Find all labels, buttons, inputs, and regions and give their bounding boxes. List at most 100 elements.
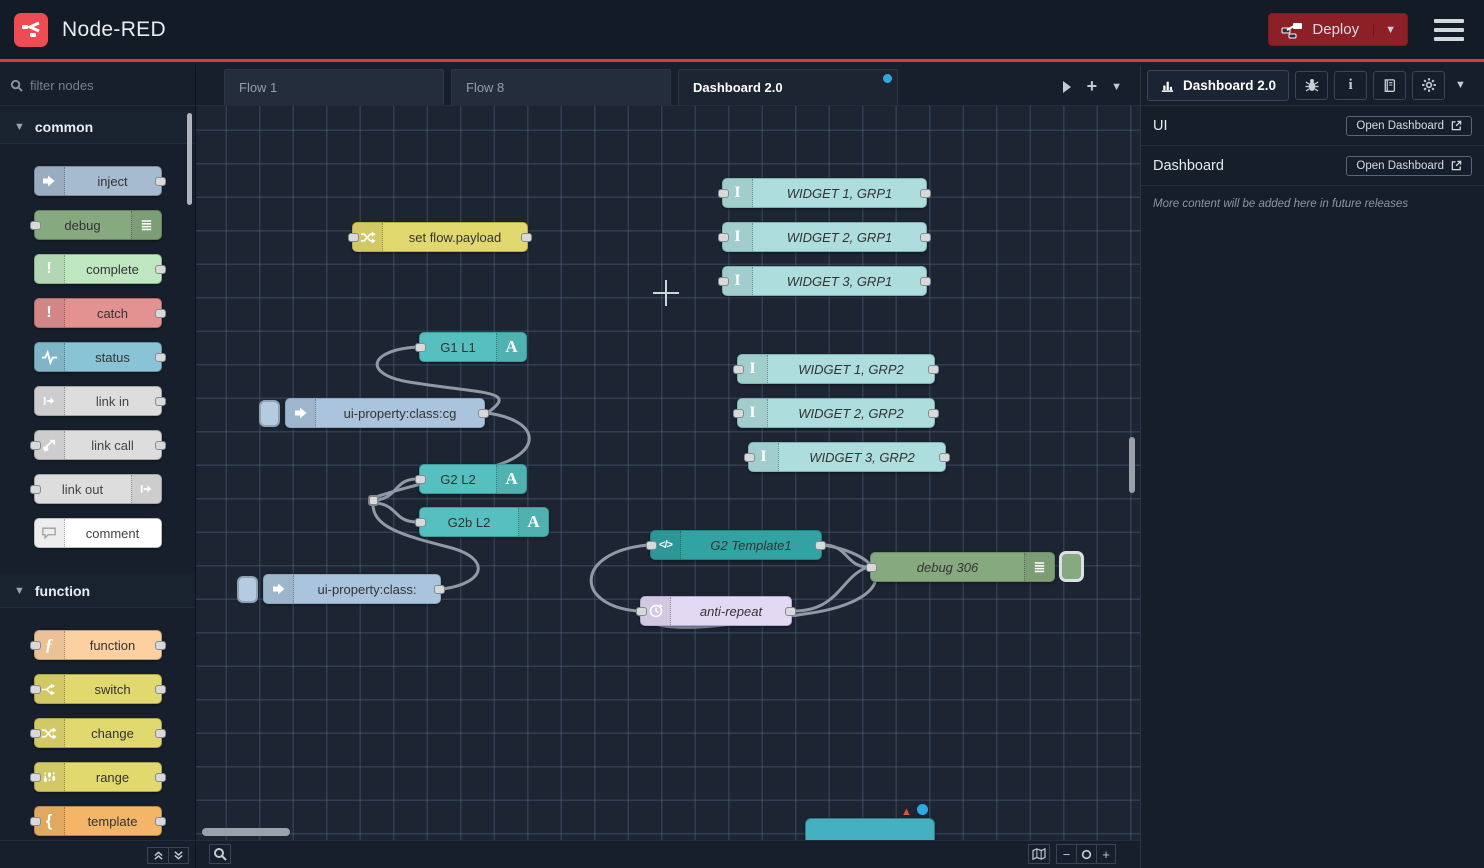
canvas-v-scrollbar[interactable] [1129, 437, 1135, 493]
output-port[interactable] [155, 773, 166, 782]
output-port[interactable] [155, 817, 166, 826]
output-port[interactable] [155, 309, 166, 318]
input-port[interactable] [415, 343, 426, 352]
palette-node-template[interactable]: {template [34, 806, 162, 836]
output-port[interactable] [434, 585, 445, 594]
flow-node-g1-l1[interactable]: G1 L1A [419, 332, 527, 362]
palette-node-link-call[interactable]: link call [34, 430, 162, 460]
flow-node-widget-2-grp2[interactable]: IWIDGET 2, GRP2 [737, 398, 935, 428]
output-port[interactable] [155, 177, 166, 186]
flow-canvas[interactable]: set flow.payload IWIDGET 1, GRP1 IWIDGET 2… [196, 106, 1140, 840]
debug-panel-button[interactable] [1295, 71, 1328, 100]
palette-node-range[interactable]: range [34, 762, 162, 792]
output-port[interactable] [928, 365, 939, 374]
flow-node-widget-1-grp2[interactable]: IWIDGET 1, GRP2 [737, 354, 935, 384]
output-port[interactable] [785, 607, 796, 616]
flow-node-widget-1-grp1[interactable]: IWIDGET 1, GRP1 [722, 178, 927, 208]
input-port[interactable] [733, 409, 744, 418]
inject-trigger-button[interactable] [237, 576, 258, 603]
flow-node-ui-property-class-[interactable]: ui-property:class: [263, 574, 441, 604]
info-panel-button[interactable]: i [1334, 71, 1367, 100]
input-port[interactable] [718, 189, 729, 198]
palette-scrollbar[interactable] [187, 113, 192, 205]
flow-node-g2b-l2[interactable]: G2b L2A [419, 507, 549, 537]
output-port[interactable] [155, 441, 166, 450]
wire[interactable] [376, 479, 417, 500]
open-dashboard-button[interactable]: Open Dashboard [1346, 156, 1472, 176]
palette-node-link-out[interactable]: link out [34, 474, 162, 504]
input-port[interactable] [30, 441, 41, 450]
flow-node-set-flow-payload[interactable]: set flow.payload [352, 222, 528, 252]
input-port[interactable] [646, 541, 657, 550]
flow-node-widget-3-grp2[interactable]: IWIDGET 3, GRP2 [748, 442, 946, 472]
flow-node-ui-property-class-cg[interactable]: ui-property:class:cg [285, 398, 485, 428]
tab-flow-1[interactable]: Flow 1 [224, 69, 444, 105]
output-port[interactable] [939, 453, 950, 462]
partial-node[interactable] [805, 818, 935, 840]
input-port[interactable] [30, 685, 41, 694]
main-menu-button[interactable] [1434, 19, 1464, 41]
debug-toggle-button[interactable] [1059, 551, 1084, 582]
input-port[interactable] [348, 233, 359, 242]
input-port[interactable] [30, 221, 41, 230]
input-port[interactable] [30, 817, 41, 826]
output-port[interactable] [478, 409, 489, 418]
flow-node-g2-l2[interactable]: G2 L2A [419, 464, 527, 494]
palette-node-link-in[interactable]: link in [34, 386, 162, 416]
palette-node-inject[interactable]: inject [34, 166, 162, 196]
palette-node-change[interactable]: change [34, 718, 162, 748]
output-port[interactable] [155, 729, 166, 738]
output-port[interactable] [155, 397, 166, 406]
output-port[interactable] [521, 233, 532, 242]
tab-dashboard-2.0[interactable]: Dashboard 2.0 [678, 69, 898, 105]
output-port[interactable] [920, 277, 931, 286]
output-port[interactable] [155, 265, 166, 274]
tab-flow-8[interactable]: Flow 8 [451, 69, 671, 105]
input-port[interactable] [415, 518, 426, 527]
palette-node-status[interactable]: status [34, 342, 162, 372]
wire[interactable] [794, 567, 868, 611]
input-port[interactable] [30, 485, 41, 494]
input-port[interactable] [30, 641, 41, 650]
input-port[interactable] [415, 475, 426, 484]
palette-node-switch[interactable]: switch [34, 674, 162, 704]
palette-node-comment[interactable]: comment [34, 518, 162, 548]
input-port[interactable] [744, 453, 755, 462]
inject-trigger-button[interactable] [259, 400, 280, 427]
zoom-in-button[interactable]: + [1096, 844, 1116, 864]
sidebar-tab-dashboard[interactable]: Dashboard 2.0 [1147, 70, 1289, 101]
flow-node-debug-306[interactable]: debug 306 [870, 552, 1055, 582]
wire[interactable] [376, 503, 417, 522]
palette-node-catch[interactable]: !catch [34, 298, 162, 328]
deploy-button[interactable]: Deploy ▼ [1268, 13, 1408, 46]
add-flow-button[interactable]: + [1087, 76, 1098, 97]
input-port[interactable] [636, 607, 647, 616]
input-port[interactable] [866, 563, 877, 572]
gear-settings-button[interactable] [1412, 71, 1445, 100]
input-port[interactable] [718, 233, 729, 242]
input-port[interactable] [733, 365, 744, 374]
open-dashboard-button[interactable]: Open Dashboard [1346, 116, 1472, 136]
output-port[interactable] [155, 641, 166, 650]
zoom-out-button[interactable]: − [1056, 844, 1076, 864]
flow-node-g2-template1[interactable]: </>G2 Template1 [650, 530, 822, 560]
output-port[interactable] [920, 189, 931, 198]
filter-nodes-input[interactable] [30, 78, 170, 93]
output-port[interactable] [928, 409, 939, 418]
output-port[interactable] [155, 685, 166, 694]
palette-node-function[interactable]: ƒfunction [34, 630, 162, 660]
deploy-options-caret[interactable]: ▼ [1373, 24, 1407, 36]
input-port[interactable] [30, 729, 41, 738]
palette-node-complete[interactable]: !complete [34, 254, 162, 284]
canvas-h-scrollbar[interactable] [202, 828, 290, 836]
input-port[interactable] [30, 773, 41, 782]
flow-node-widget-2-grp1[interactable]: IWIDGET 2, GRP1 [722, 222, 927, 252]
flow-list-caret[interactable]: ▼ [1111, 81, 1122, 93]
output-port[interactable] [920, 233, 931, 242]
output-port[interactable] [155, 353, 166, 362]
palette-node-debug[interactable]: debug [34, 210, 162, 240]
flow-node-widget-3-grp1[interactable]: IWIDGET 3, GRP1 [722, 266, 927, 296]
zoom-reset-button[interactable] [1076, 844, 1096, 864]
wire-junction[interactable] [368, 495, 379, 506]
search-flows-button[interactable] [209, 844, 231, 864]
